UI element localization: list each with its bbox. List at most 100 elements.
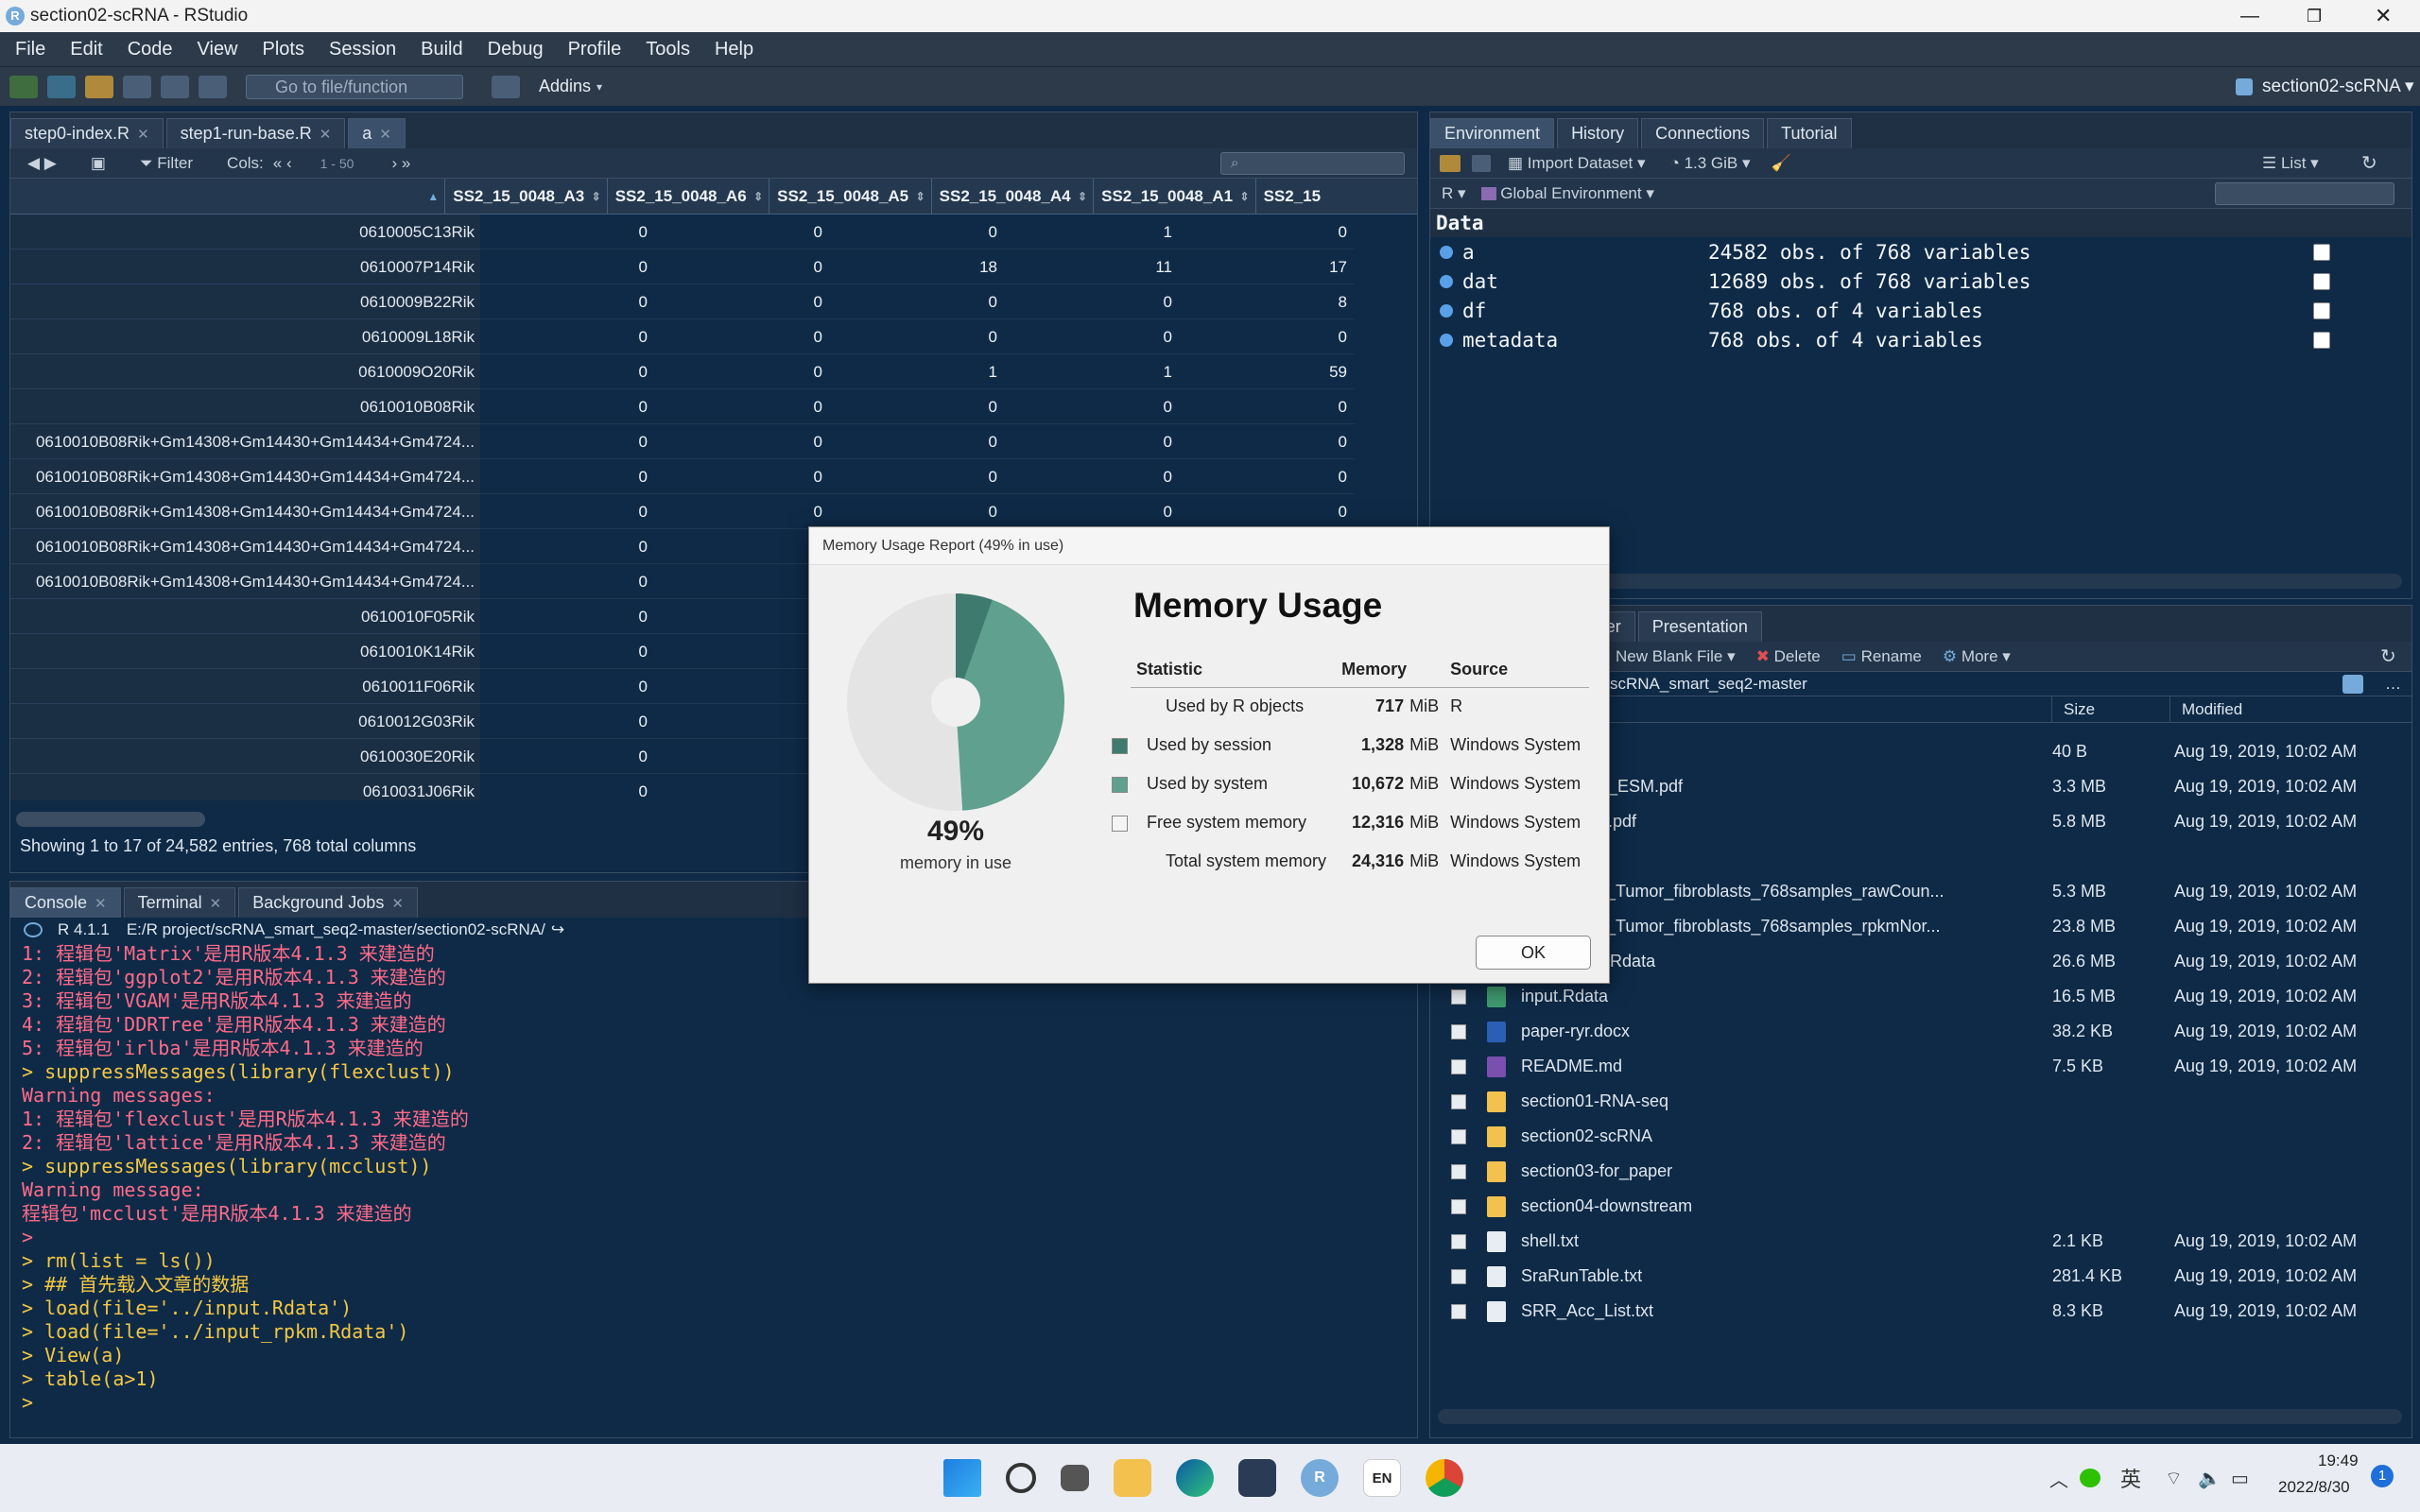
minimize-button[interactable]: —	[2240, 0, 2259, 32]
close-tab-icon[interactable]: ✕	[137, 126, 149, 143]
file-row[interactable]: paper-ryr.docx 38.2 KB Aug 19, 2019, 10:02…	[1430, 1014, 2411, 1049]
file-name[interactable]: section04-downstream	[1521, 1196, 2069, 1216]
windows-start-icon[interactable]	[943, 1459, 981, 1497]
menu-session[interactable]: Session	[329, 39, 396, 60]
env-item[interactable]: metadata 768 obs. of 4 variables	[1430, 325, 2411, 354]
cols-next-button[interactable]: › »	[391, 154, 410, 173]
list-view-button[interactable]: ☰ List ▾	[2262, 154, 2319, 173]
menu-edit[interactable]: Edit	[70, 39, 102, 60]
new-blank-file-button[interactable]: New Blank File ▾	[1616, 647, 1736, 666]
tab-0[interactable]: step0-index.R ✕	[10, 118, 164, 148]
env-item[interactable]: df 768 obs. of 4 variables	[1430, 296, 2411, 325]
tab-0[interactable]: Environment	[1430, 118, 1555, 148]
chrome-icon[interactable]	[1426, 1459, 1463, 1497]
maximize-button[interactable]: ❐	[2307, 0, 2322, 32]
tab-1[interactable]: History	[1557, 118, 1639, 148]
column-header[interactable]: SS2_15_0048_A6 ⇕	[606, 179, 769, 214]
goto-dir-icon[interactable]: ↪	[551, 920, 564, 939]
file-checkbox[interactable]	[1451, 1023, 1466, 1040]
new-file-icon[interactable]	[9, 75, 38, 98]
tab-1[interactable]: step1-run-base.R ✕	[165, 118, 346, 148]
ok-button[interactable]: OK	[1476, 936, 1591, 970]
file-row[interactable]: section04-downstream	[1430, 1189, 2411, 1224]
menu-profile[interactable]: Profile	[568, 39, 622, 60]
close-tab-icon[interactable]: ✕	[210, 895, 222, 912]
grid-icon[interactable]	[492, 75, 520, 98]
horizontal-scrollbar[interactable]	[16, 812, 205, 827]
file-checkbox[interactable]	[1451, 1058, 1466, 1074]
search-taskbar-icon[interactable]	[1006, 1463, 1036, 1493]
env-item[interactable]: a 24582 obs. of 768 variables	[1430, 237, 2411, 266]
file-checkbox[interactable]	[1451, 1233, 1466, 1249]
file-name[interactable]: section03-for_paper	[1521, 1161, 2069, 1181]
console-output[interactable]: 1: 程辑包'Matrix'是用R版本4.1.3 来建造的 2: 程辑包'ggpl…	[10, 942, 1417, 1424]
column-header[interactable]: SS2_15_0048_A3 ⇕	[444, 179, 606, 214]
task-view-icon[interactable]	[1061, 1465, 1089, 1491]
close-tab-icon[interactable]: ✕	[95, 895, 107, 912]
filter-button[interactable]: ⏷ Filter	[140, 154, 193, 173]
file-explorer-icon[interactable]	[1114, 1459, 1151, 1497]
tab-2[interactable]: a ✕	[348, 118, 406, 148]
open-file-icon[interactable]	[85, 75, 113, 98]
tab-2[interactable]: Connections	[1641, 118, 1765, 148]
env-item[interactable]: dat 12689 obs. of 768 variables	[1430, 266, 2411, 296]
menu-plots[interactable]: Plots	[263, 39, 304, 60]
cols-prev-button[interactable]: « ‹	[273, 154, 292, 173]
close-tab-icon[interactable]: ✕	[379, 126, 391, 143]
menu-help[interactable]: Help	[715, 39, 753, 60]
tab-0[interactable]: Console ✕	[10, 887, 121, 918]
file-name[interactable]: SRR_Acc_List.txt	[1521, 1301, 2069, 1321]
print-icon[interactable]	[199, 75, 227, 98]
project-folder-icon[interactable]	[2342, 675, 2363, 694]
tab-2[interactable]: Background Jobs ✕	[238, 887, 418, 918]
language-select[interactable]: R ▾	[1442, 184, 1466, 203]
file-row[interactable]: section02-scRNA	[1430, 1119, 2411, 1154]
save-all-icon[interactable]	[161, 75, 189, 98]
import-dataset-button[interactable]: ▦ Import Dataset ▾	[1508, 154, 1646, 173]
column-header[interactable]: SS2_15_0048_A5 ⇕	[769, 179, 930, 214]
view-data-icon[interactable]	[2313, 301, 2330, 319]
menu-debug[interactable]: Debug	[488, 39, 544, 60]
modified-column-header[interactable]: Modified	[2169, 696, 2406, 723]
wechat-tray-icon[interactable]	[2080, 1469, 2100, 1487]
save-icon[interactable]	[123, 75, 151, 98]
broom-icon[interactable]: 🧹	[1772, 154, 1791, 173]
file-checkbox[interactable]	[1451, 1163, 1466, 1179]
file-row[interactable]: section01-RNA-seq	[1430, 1084, 2411, 1119]
scope-select[interactable]: Global Environment ▾	[1480, 184, 1654, 203]
file-row[interactable]: section03-for_paper	[1430, 1154, 2411, 1189]
tab-1[interactable]: Terminal ✕	[123, 887, 236, 918]
addins-menu[interactable]: Addins	[539, 77, 591, 96]
menu-file[interactable]: File	[15, 39, 45, 60]
edge-icon[interactable]	[1176, 1459, 1214, 1497]
files-refresh-icon[interactable]: ↻	[2380, 644, 2396, 668]
file-checkbox[interactable]	[1451, 1268, 1466, 1284]
file-name[interactable]: SraRunTable.txt	[1521, 1266, 2069, 1286]
env-search-input[interactable]	[2215, 181, 2394, 205]
expand-icon[interactable]	[1440, 333, 1453, 347]
en-ime-icon[interactable]: EN	[1363, 1459, 1401, 1497]
delete-button[interactable]: ✖ Delete	[1756, 647, 1821, 666]
notification-badge[interactable]: 1	[2371, 1465, 2394, 1487]
column-header[interactable]: SS2_15_0048_A4 ⇕	[930, 179, 1093, 214]
file-checkbox[interactable]	[1451, 1303, 1466, 1319]
file-row[interactable]: README.md 7.5 KB Aug 19, 2019, 10:02 AM	[1430, 1049, 2411, 1084]
row-name-header[interactable]: ▲	[10, 179, 444, 214]
expand-icon[interactable]	[1440, 245, 1453, 259]
file-row[interactable]: SRR_Acc_List.txt 8.3 KB Aug 19, 2019, 10:0…	[1430, 1294, 2411, 1329]
file-name[interactable]: paper-ryr.docx	[1521, 1022, 2069, 1041]
refresh-icon[interactable]: ↻	[2361, 151, 2377, 175]
project-menu[interactable]: section02-scRNA ▾	[2236, 76, 2414, 97]
rename-button[interactable]: ▭ Rename	[1841, 647, 1922, 666]
wifi-icon[interactable]: ⌔	[2165, 1467, 2183, 1490]
file-name[interactable]: README.md	[1521, 1057, 2069, 1076]
menu-code[interactable]: Code	[128, 39, 173, 60]
ime-indicator[interactable]: 英	[2120, 1463, 2141, 1493]
file-name[interactable]: section01-RNA-seq	[1521, 1091, 2069, 1111]
file-name[interactable]: section02-scRNA	[1521, 1126, 2069, 1146]
file-checkbox[interactable]	[1451, 1198, 1466, 1214]
clock-time[interactable]: 19:49	[2318, 1452, 2359, 1470]
memory-usage-button[interactable]: ◔ 1.3 GiB ▾	[1670, 154, 1751, 173]
files-scrollbar[interactable]	[1438, 1409, 2402, 1424]
ellipsis-icon[interactable]: …	[2385, 672, 2401, 696]
